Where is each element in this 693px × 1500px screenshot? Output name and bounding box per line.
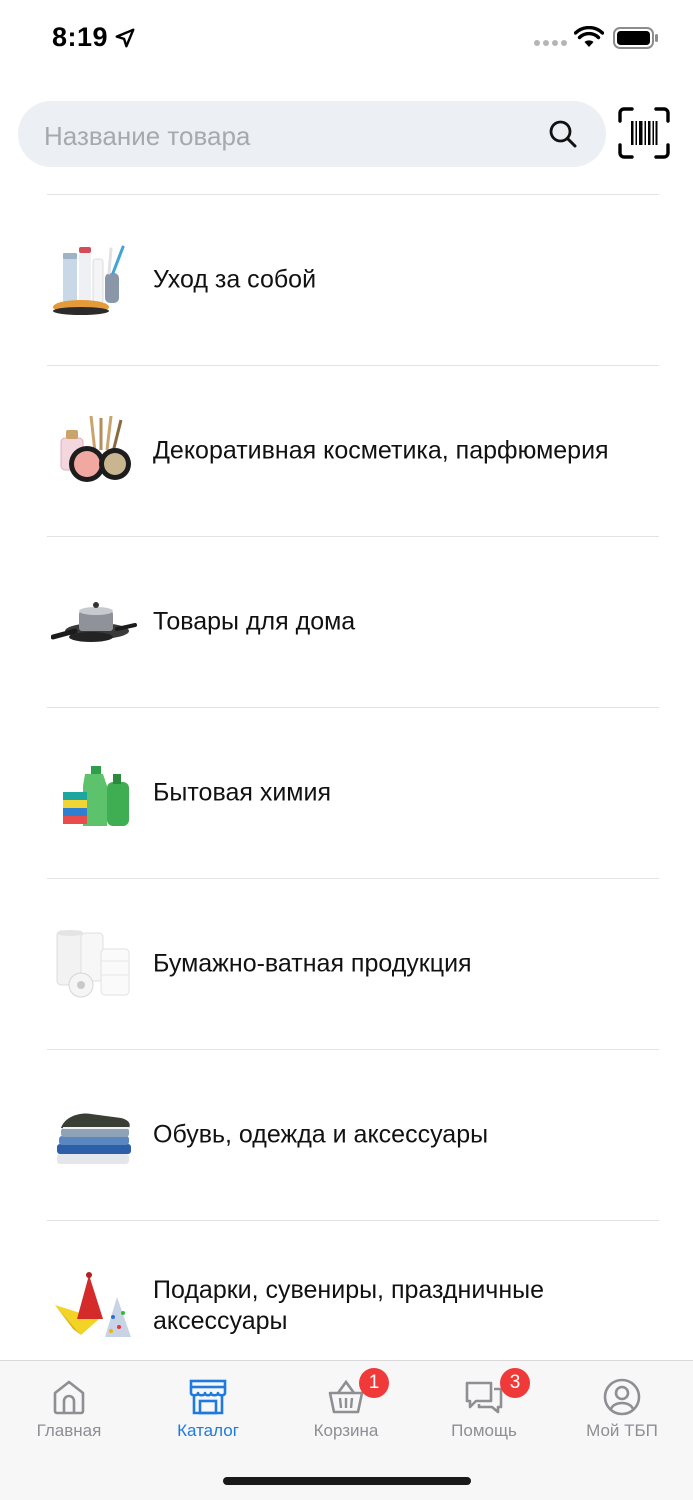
category-label: Товары для дома: [153, 607, 356, 636]
category-item-home-goods[interactable]: Товары для дома: [47, 536, 659, 707]
category-item-cosmetics[interactable]: Декоративная косметика, парфюмерия: [47, 365, 659, 536]
tab-profile[interactable]: Мой ТБП: [553, 1361, 691, 1453]
clothing-image: [57, 1113, 131, 1164]
tab-catalog[interactable]: Каталог: [139, 1361, 277, 1453]
chat-icon: [465, 1381, 503, 1414]
tab-label: Каталог: [177, 1421, 239, 1440]
tab-label: Корзина: [313, 1421, 379, 1440]
battery-icon: [613, 27, 658, 49]
category-item-personal-care[interactable]: Уход за собой: [47, 194, 659, 365]
category-label: Подарки, сувениры, праздничные аксессуар…: [153, 1276, 544, 1335]
cookware-image: [51, 602, 137, 642]
tab-label: Помощь: [451, 1421, 517, 1440]
category-label: Бытовая химия: [153, 778, 331, 807]
tab-label: Главная: [36, 1421, 102, 1440]
search-icon[interactable]: [548, 119, 578, 149]
party-hats-image: [55, 1272, 131, 1337]
tab-home[interactable]: Главная: [0, 1361, 138, 1453]
location-arrow-icon: [115, 28, 135, 48]
tab-help[interactable]: 3 Помощь: [415, 1361, 553, 1453]
category-label: Бумажно-ватная продукция: [153, 949, 472, 978]
category-item-paper-products[interactable]: Бумажно-ватная продукция: [47, 878, 659, 1049]
household-chemicals-image: [63, 766, 129, 826]
home-indicator: [223, 1477, 471, 1485]
category-label: Декоративная косметика, парфюмерия: [153, 436, 609, 465]
category-item-clothing[interactable]: Обувь, одежда и аксессуары: [47, 1049, 659, 1220]
tab-cart[interactable]: 1 Корзина: [277, 1361, 415, 1453]
home-icon: [53, 1380, 85, 1415]
search-placeholder: Название товара: [44, 121, 251, 151]
help-badge: 3: [500, 1368, 530, 1398]
tab-label: Мой ТБП: [586, 1421, 658, 1440]
category-item-household-chemicals[interactable]: Бытовая химия: [47, 707, 659, 878]
status-time: 8:19: [52, 22, 109, 52]
cart-badge: 1: [359, 1368, 389, 1398]
category-label: Обувь, одежда и аксессуары: [153, 1120, 489, 1149]
cosmetics-image: [60, 415, 131, 482]
wifi-icon: [574, 26, 604, 47]
barcode-scan-icon[interactable]: [618, 107, 670, 159]
profile-icon: [603, 1378, 641, 1416]
category-label: Уход за собой: [153, 265, 317, 294]
category-list: Уход за собой Декоративная косметика, па…: [47, 194, 659, 1391]
cellular-signal-icon: [534, 40, 567, 46]
personal-care-image: [53, 245, 125, 315]
search-input[interactable]: Название товара: [18, 101, 606, 167]
paper-products-image: [56, 930, 130, 998]
status-bar: 8:19: [0, 0, 693, 80]
store-icon: [189, 1379, 227, 1415]
